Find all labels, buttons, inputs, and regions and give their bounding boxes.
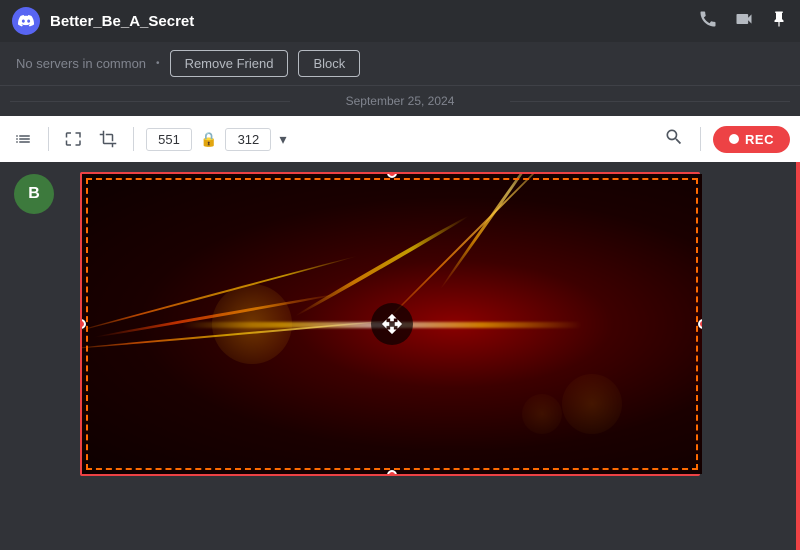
selected-image (82, 174, 702, 474)
screen-capture-icon[interactable] (61, 126, 87, 152)
toolbar-divider-3 (700, 127, 701, 151)
search-button[interactable] (660, 123, 688, 156)
image-selection-container[interactable] (80, 172, 790, 479)
layout-icon[interactable] (10, 126, 36, 152)
chevron-down-icon[interactable]: ▾ (279, 131, 286, 148)
move-cursor-icon[interactable] (371, 303, 413, 345)
glow-circle-3 (522, 394, 562, 434)
width-input[interactable] (146, 128, 192, 151)
title-bar: Better_Be_A_Secret (0, 0, 800, 42)
remove-friend-button[interactable]: Remove Friend (170, 50, 289, 77)
avatar-area: B (0, 172, 54, 214)
toolbar-divider-2 (133, 127, 134, 151)
username-title: Better_Be_A_Secret (50, 13, 688, 30)
glow-circle-2 (562, 374, 622, 434)
toolbar-divider-1 (48, 127, 49, 151)
resize-handle-top[interactable] (387, 174, 397, 178)
date-separator: September 25, 2024 (0, 86, 800, 116)
height-input-group (225, 128, 271, 151)
toolbar: 🔒 ▾ REC (0, 116, 800, 162)
dot-separator: • (156, 58, 160, 69)
phone-icon[interactable] (698, 9, 718, 34)
title-icon-group (698, 9, 788, 34)
rec-dot (729, 134, 739, 144)
image-wrapper (80, 172, 700, 476)
discord-logo (12, 7, 40, 35)
pin-icon[interactable] (770, 10, 788, 33)
fire-line-6 (439, 174, 545, 290)
width-input-group (146, 128, 192, 151)
resize-handle-right[interactable] (698, 319, 702, 329)
block-button[interactable]: Block (298, 50, 360, 77)
resize-handle-bottom[interactable] (387, 470, 397, 474)
friend-bar: No servers in common • Remove Friend Blo… (0, 42, 800, 86)
main-content: B (0, 162, 800, 550)
glow-circle-1 (212, 284, 292, 364)
height-input[interactable] (225, 128, 271, 151)
lock-icon: 🔒 (200, 131, 217, 148)
right-accent-bar (796, 162, 800, 550)
avatar: B (14, 174, 54, 214)
crop-icon[interactable] (95, 126, 121, 152)
video-icon[interactable] (734, 9, 754, 34)
rec-button[interactable]: REC (713, 126, 790, 153)
no-servers-text: No servers in common (16, 56, 146, 71)
